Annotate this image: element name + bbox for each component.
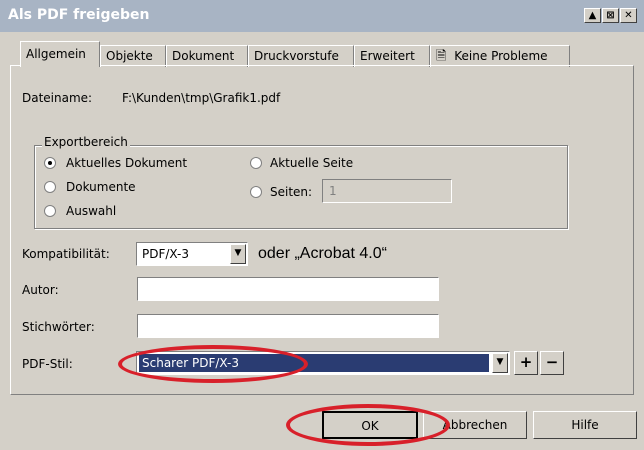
compatibility-note: oder „Acrobat 4.0“ bbox=[258, 245, 387, 262]
author-input[interactable] bbox=[137, 277, 439, 301]
maximize-icon[interactable]: ▲ bbox=[584, 8, 601, 23]
radio-current-page[interactable] bbox=[250, 157, 262, 169]
tab-dokument[interactable]: Dokument bbox=[166, 45, 248, 67]
restore-icon[interactable]: ⊠ bbox=[602, 8, 619, 23]
title-bar: Als PDF freigeben ▲ ⊠ ✕ bbox=[0, 0, 644, 32]
tab-druckvorstufe[interactable]: Druckvorstufe bbox=[248, 45, 354, 67]
compatibility-select[interactable]: PDF/X-3 ▼ bbox=[136, 242, 248, 266]
remove-style-button[interactable]: − bbox=[540, 351, 564, 375]
tab-label: Objekte bbox=[106, 49, 153, 63]
cancel-button[interactable]: Abbrechen bbox=[423, 411, 527, 439]
warning-document-icon: 🗎 bbox=[436, 49, 447, 64]
radio-pages[interactable] bbox=[250, 186, 262, 198]
cancel-label: Abbrechen bbox=[442, 418, 508, 432]
tab-erweitert[interactable]: Erweitert bbox=[354, 45, 430, 67]
help-label: Hilfe bbox=[571, 418, 599, 432]
author-label: Autor: bbox=[22, 283, 59, 297]
radio-label: Aktuelles Dokument bbox=[66, 156, 188, 170]
tab-label: Keine Probleme bbox=[454, 49, 548, 63]
tab-label: Allgemein bbox=[26, 47, 86, 61]
compatibility-label: Kompatibilität: bbox=[22, 247, 110, 261]
tab-label: Erweitert bbox=[360, 49, 415, 63]
pdf-style-select[interactable]: Scharer PDF/X-3 ▼ bbox=[136, 351, 510, 375]
pdf-style-value: Scharer PDF/X-3 bbox=[142, 356, 239, 370]
tab-label: Druckvorstufe bbox=[254, 49, 339, 63]
pages-value: 1 bbox=[329, 184, 337, 198]
radio-label: Aktuelle Seite bbox=[270, 156, 354, 170]
tab-objekte[interactable]: Objekte bbox=[100, 45, 166, 67]
radio-current-document[interactable] bbox=[44, 157, 56, 169]
export-range-legend: Exportbereich bbox=[42, 135, 130, 149]
close-icon[interactable]: ✕ bbox=[620, 8, 637, 23]
filename-value: F:\Kunden\tmp\Grafik1.pdf bbox=[122, 91, 281, 105]
radio-label: Seiten: bbox=[270, 185, 313, 199]
tab-panel bbox=[10, 65, 634, 395]
chevron-down-icon[interactable]: ▼ bbox=[230, 244, 246, 264]
ok-button[interactable]: OK bbox=[322, 411, 418, 439]
pdf-style-label: PDF-Stil: bbox=[22, 357, 73, 371]
radio-selection[interactable] bbox=[44, 205, 56, 217]
ok-label: OK bbox=[361, 419, 379, 433]
tab-keine-probleme[interactable]: 🗎 Keine Probleme bbox=[430, 45, 570, 67]
help-button[interactable]: Hilfe bbox=[533, 411, 637, 439]
keywords-label: Stichwörter: bbox=[22, 320, 95, 334]
pages-input[interactable]: 1 bbox=[322, 179, 452, 203]
tab-allgemein[interactable]: Allgemein bbox=[20, 41, 100, 67]
window-title: Als PDF freigeben bbox=[8, 7, 150, 23]
radio-label: Auswahl bbox=[66, 204, 117, 218]
tab-label: Dokument bbox=[172, 49, 235, 63]
radio-documents[interactable] bbox=[44, 181, 56, 193]
add-style-button[interactable]: + bbox=[514, 351, 538, 375]
radio-label: Dokumente bbox=[66, 180, 136, 194]
keywords-input[interactable] bbox=[137, 314, 439, 338]
compatibility-value: PDF/X-3 bbox=[142, 247, 190, 261]
minus-icon: − bbox=[545, 353, 559, 371]
filename-label: Dateiname: bbox=[22, 91, 93, 105]
plus-icon: + bbox=[519, 353, 533, 371]
chevron-down-icon[interactable]: ▼ bbox=[492, 353, 508, 373]
